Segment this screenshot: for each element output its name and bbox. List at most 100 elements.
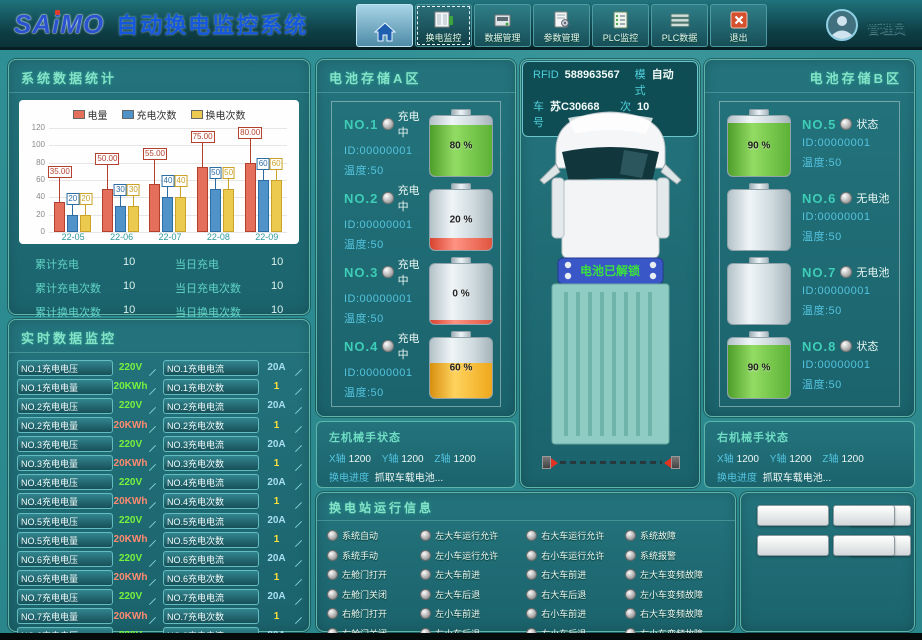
metric-label: NO.3充电电压 <box>17 436 113 452</box>
status-indicator-icon <box>840 266 852 278</box>
battery-status: 充电中 <box>398 182 428 214</box>
battery-status: 充电中 <box>398 330 428 362</box>
indicator-light-icon <box>526 589 537 600</box>
stat-value: 10 <box>271 256 311 272</box>
battery-icon: 90 % <box>726 331 792 399</box>
table-row: NO.2充电次数 1 <box>163 416 303 434</box>
metric-value: 220V <box>113 591 148 602</box>
stats-chart: 电量充电次数换电次数 02040608010012035.00202050.00… <box>19 100 299 244</box>
status-indicator-icon <box>382 266 393 278</box>
svg-text:电池已解锁: 电池已解锁 <box>580 263 640 278</box>
status-indicator-icon <box>382 192 393 204</box>
battery-icon <box>726 257 792 325</box>
swap-progress-track <box>542 456 680 469</box>
table-row: NO.3充电电压 220V <box>17 435 157 453</box>
nav-plc-data[interactable]: PLC数据 <box>651 4 708 47</box>
axis-value: 1200 <box>454 454 476 465</box>
param-manage-icon <box>552 8 572 32</box>
battery-status: 状态 <box>856 338 878 354</box>
battery-number: NO.3 <box>344 265 378 280</box>
stat-label: 累计充电次数 <box>35 280 123 296</box>
control-button[interactable] <box>757 505 829 526</box>
table-row: NO.4充电次数 1 <box>163 493 303 511</box>
status-indicator-icon <box>840 192 852 204</box>
battery-status: 无电池 <box>856 190 889 206</box>
indicator-label: 左大车后退 <box>435 588 480 601</box>
indicator-light-icon <box>526 608 537 619</box>
metric-value: 20A <box>259 477 294 488</box>
swap-progress-text: 抓取车载电池... <box>375 473 443 484</box>
indicator-label: 左小车运行允许 <box>435 549 498 562</box>
control-button[interactable] <box>833 535 895 556</box>
metric-label: NO.7充电次数 <box>163 608 259 624</box>
battery-temperature: 温度:50 <box>344 236 428 252</box>
metric-value: 20KWh <box>113 534 148 545</box>
metric-label: NO.4充电电压 <box>17 474 113 490</box>
stats-summary: 累计充电 10 当日充电 10 累计充电次数 10 当日充电次数 10 累计换电… <box>9 248 309 320</box>
zone-a-title: 电池存储A区 <box>317 60 515 93</box>
chart-legend: 电量充电次数换电次数 <box>27 105 291 128</box>
user-avatar-icon[interactable] <box>825 8 859 47</box>
nav-param-manage[interactable]: 参数管理 <box>533 4 590 47</box>
nav-exit[interactable]: 退出 <box>710 4 767 47</box>
metric-label: NO.5充电电压 <box>17 513 113 529</box>
saimo-logo: SAiMO <box>14 9 104 40</box>
metric-value: 20KWh <box>113 458 148 469</box>
battery-number: NO.1 <box>344 117 378 132</box>
battery-icon <box>726 183 792 251</box>
table-row: NO.4充电电流 20A <box>163 474 303 492</box>
metric-label: NO.5充电电量 <box>17 532 113 548</box>
indicator-label: 左小车前进 <box>435 607 480 620</box>
status-indicator: 右小车运行允许 <box>526 549 621 562</box>
data-manage-icon <box>493 8 513 32</box>
metric-value: 1 <box>259 611 294 622</box>
battery-icon: 80 % <box>428 109 494 177</box>
status-indicator: 左大车后退 <box>420 588 522 601</box>
nav-label: 换电监控 <box>425 32 461 44</box>
nav-data-manage[interactable]: 数据管理 <box>474 4 531 47</box>
nav-label: 参数管理 <box>543 32 579 44</box>
indicator-label: 左小车变频故障 <box>640 588 703 601</box>
battery-temperature: 温度:50 <box>344 310 428 326</box>
table-row: NO.5充电电流 20A <box>163 512 303 530</box>
battery-status: 充电中 <box>398 256 428 288</box>
table-row: NO.3充电次数 1 <box>163 454 303 472</box>
battery-temperature: 温度:50 <box>802 376 893 392</box>
metric-value: 20A <box>259 439 294 450</box>
stat-label: 累计充电 <box>35 256 123 272</box>
stat-value: 10 <box>271 304 311 320</box>
table-row: NO.6充电电压 220V <box>17 550 157 568</box>
status-indicator: 右大车运行允许 <box>526 529 621 542</box>
home-button[interactable] <box>356 4 413 47</box>
nav-plc-monitor[interactable]: PLC监控 <box>592 4 649 47</box>
progress-left-arrow-icon <box>551 458 558 468</box>
status-indicator: 右大车变频故障 <box>625 607 729 620</box>
battery-slot: 90 % NO.5 状态 ID:00000001 温度:50 <box>726 106 893 180</box>
indicator-light-icon <box>420 589 431 600</box>
bottom-bar <box>0 633 922 640</box>
battery-id: ID:00000001 <box>802 211 893 223</box>
rfid-label: RFID <box>533 67 559 99</box>
metric-label: NO.6充电次数 <box>163 570 259 586</box>
controls-panel <box>740 492 915 632</box>
table-row: NO.1充电次数 1 <box>163 378 303 396</box>
swap-progress-text: 抓取车载电池... <box>763 473 831 484</box>
battery-number: NO.6 <box>802 191 836 206</box>
axis-value: 1200 <box>842 454 864 465</box>
home-icon <box>374 20 396 44</box>
indicator-column: 左大车运行允许左小车运行允许左大车前进左大车后退左小车前进左小车后退 <box>420 529 522 640</box>
control-button[interactable] <box>833 505 895 526</box>
nav-swap-monitor[interactable]: 换电监控 <box>415 4 472 47</box>
stats-panel-title: 系统数据统计 <box>9 60 309 93</box>
battery-icon: 60 % <box>428 331 494 399</box>
battery-number: NO.2 <box>344 191 378 206</box>
battery-percent: 60 % <box>430 363 492 374</box>
battery-id: ID:00000001 <box>344 145 428 157</box>
indicator-label: 左舱门打开 <box>342 568 387 581</box>
table-row: NO.6充电电流 20A <box>163 550 303 568</box>
control-button[interactable] <box>757 535 829 556</box>
indicator-label: 右舱门打开 <box>342 607 387 620</box>
indicator-label: 左大车前进 <box>435 568 480 581</box>
indicator-label: 左舱门关闭 <box>342 588 387 601</box>
battery-zone-a-panel: 电池存储A区 NO.1 充电中 ID:00000001 温度:50 80 % <box>316 59 516 417</box>
